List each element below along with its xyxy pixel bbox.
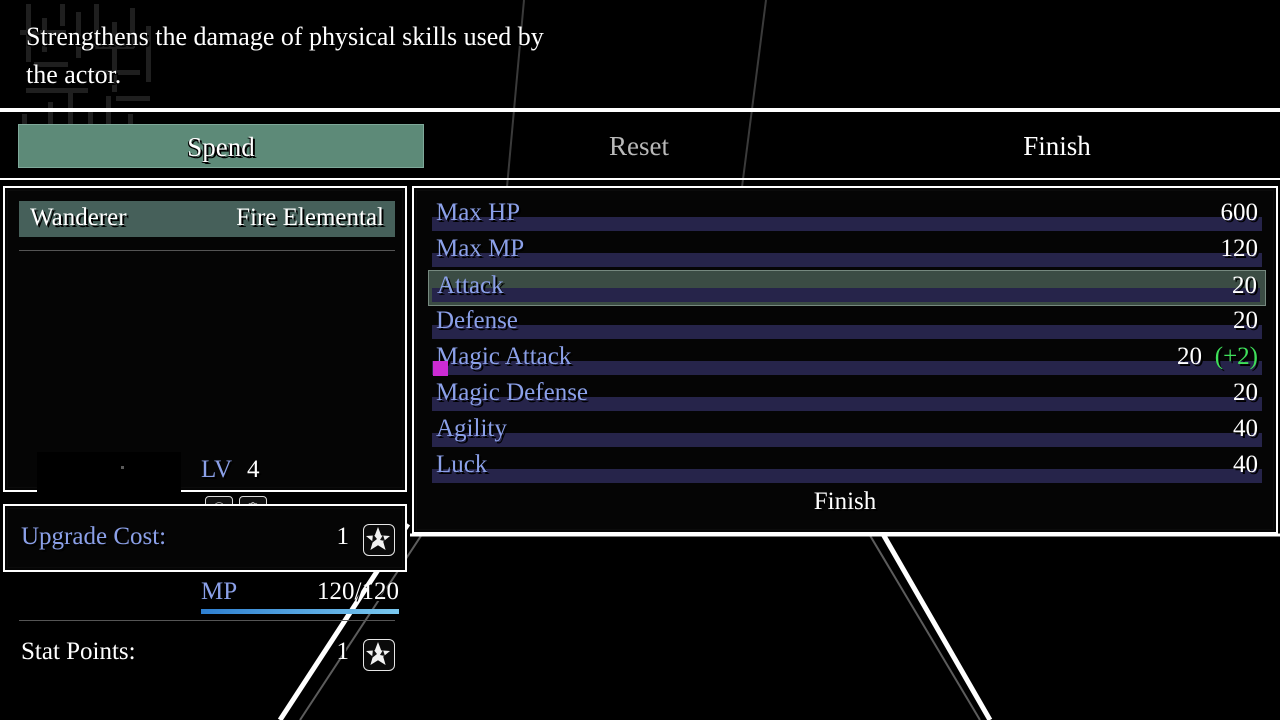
stat-point-star-icon — [363, 639, 395, 671]
actor-stats-column: LV 4 ☯ ❁ HP 511/600 MP 120/120 — [201, 456, 399, 614]
upgrade-cost-label: Upgrade Cost: — [21, 523, 167, 550]
param-value: 40 — [1233, 415, 1258, 442]
param-bar — [432, 253, 1262, 267]
divider-top — [19, 250, 395, 251]
level-label: LV — [201, 456, 233, 483]
param-bar — [432, 469, 1262, 483]
level-value: 4 — [247, 456, 260, 483]
param-cursor-marker — [433, 361, 448, 376]
command-toolbar: Spend Reset Finish — [0, 110, 1280, 180]
param-value: 20 — [1233, 379, 1258, 406]
param-row-defense[interactable]: Defense 20 — [428, 306, 1266, 342]
params-finish-label: Finish — [813, 488, 877, 515]
actor-header-bar: Wanderer Fire Elemental — [19, 201, 395, 237]
reset-button[interactable]: Reset — [432, 124, 846, 168]
stat-points-row: Stat Points: 1 — [19, 638, 395, 672]
param-label: Luck — [436, 451, 488, 478]
spend-button[interactable]: Spend — [18, 124, 424, 168]
parameter-list-window: Max HP 600 Max MP 120 Attack 20 Defense 20 Magic… — [412, 186, 1278, 534]
param-label: Magic Defense — [436, 379, 589, 406]
param-value: 20 — [1177, 343, 1202, 370]
face-speck — [121, 466, 124, 469]
mp-gauge-row: MP 120/120 — [201, 578, 399, 618]
actor-status-window: Wanderer Fire Elemental LV 4 ☯ ❁ HP 511/… — [3, 186, 407, 671]
mp-gauge-fill — [201, 609, 399, 614]
actor-class-label: Wanderer — [30, 204, 127, 231]
param-value: 600 — [1220, 199, 1259, 226]
param-bar — [432, 433, 1262, 447]
param-value: 20 — [1233, 307, 1258, 334]
param-label: Max HP — [436, 199, 521, 226]
param-row-max-mp[interactable]: Max MP 120 — [428, 234, 1266, 270]
level-row: LV 4 — [201, 456, 399, 490]
param-row-attack[interactable]: Attack 20 — [428, 270, 1266, 306]
help-text: Strengthens the damage of physical skill… — [26, 22, 544, 89]
param-row-max-hp[interactable]: Max HP 600 — [428, 198, 1266, 234]
mp-label: MP — [201, 578, 238, 605]
param-label: Magic Attack — [436, 343, 572, 370]
stat-points-label: Stat Points: — [21, 638, 136, 665]
actor-name-label: Fire Elemental — [236, 204, 384, 231]
param-value: 20 — [1232, 272, 1257, 299]
upgrade-cost-value: 1 — [336, 523, 350, 550]
help-window: Strengthens the damage of physical skill… — [0, 0, 1280, 110]
param-label: Max MP — [436, 235, 525, 262]
param-bar — [432, 288, 1260, 302]
param-row-agility[interactable]: Agility 40 — [428, 414, 1266, 450]
stat-point-star-icon — [363, 524, 395, 556]
param-row-magic-attack[interactable]: Magic Attack 20 (+2) — [428, 342, 1266, 378]
param-row-luck[interactable]: Luck 40 — [428, 450, 1266, 486]
parameter-list: Max HP 600 Max MP 120 Attack 20 Defense 20 Magic… — [428, 198, 1266, 486]
param-value: 40 — [1233, 451, 1258, 478]
param-label: Attack — [437, 272, 504, 299]
stat-points-value: 1 — [336, 638, 350, 665]
mp-value: 120/120 — [317, 578, 399, 605]
divider-bottom — [19, 620, 395, 621]
param-value: 120 — [1220, 235, 1259, 262]
upgrade-cost-window: Upgrade Cost: 1 — [3, 504, 407, 572]
param-bar — [432, 325, 1262, 339]
param-label: Defense — [436, 307, 518, 334]
param-label: Agility — [436, 415, 507, 442]
mp-gauge-track — [201, 609, 399, 614]
param-bar — [432, 217, 1262, 231]
param-row-magic-defense[interactable]: Magic Defense 20 — [428, 378, 1266, 414]
finish-button[interactable]: Finish — [850, 124, 1264, 168]
upgrade-cost-row: Upgrade Cost: 1 — [19, 523, 395, 557]
param-bonus: (+2) — [1214, 343, 1258, 370]
